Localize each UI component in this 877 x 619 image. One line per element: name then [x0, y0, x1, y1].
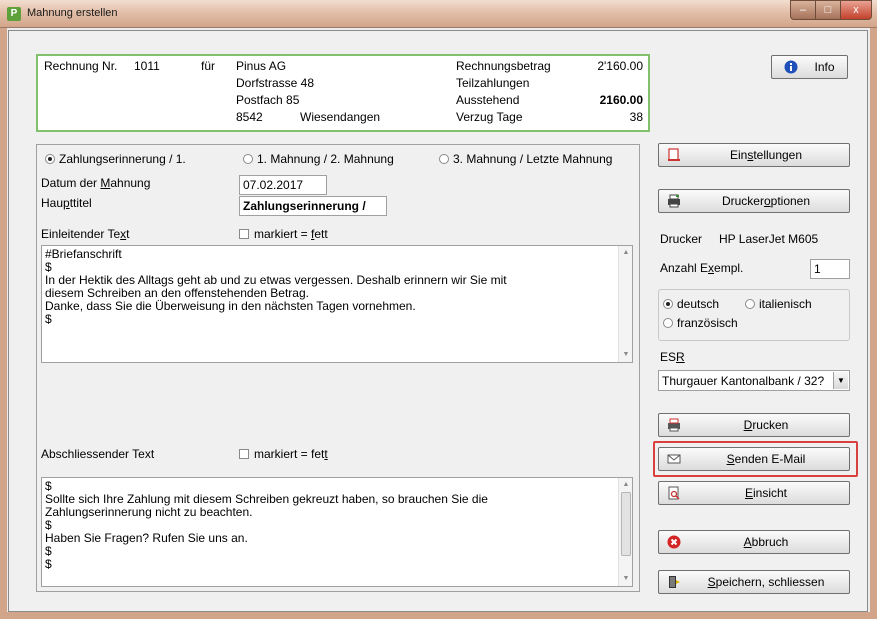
level-radio-1[interactable]: Zahlungserinnerung / 1.	[45, 152, 186, 166]
rechnung-number: 1011	[134, 59, 160, 73]
scroll-up-icon[interactable]: ▲	[619, 246, 632, 260]
document-settings-icon	[668, 148, 680, 161]
radio-indicator	[243, 154, 253, 164]
maximize-button[interactable]: □	[815, 0, 841, 20]
drucken-button[interactable]: Drucken	[658, 413, 850, 437]
minimize-button[interactable]: –	[790, 0, 816, 20]
save-exit-icon	[669, 576, 680, 588]
datum-input[interactable]: 07.02.2017	[239, 175, 327, 195]
radio-indicator	[663, 299, 673, 309]
level-radio-2[interactable]: 1. Mahnung / 2. Mahnung	[243, 152, 394, 166]
verzug-tage-label: Verzug Tage	[456, 110, 523, 124]
level-radio-1-label: Zahlungserinnerung / 1.	[59, 152, 186, 166]
druckeroptionen-button-label: Druckeroptionen	[721, 194, 811, 208]
printer-options-icon	[668, 194, 680, 208]
haupttitel-label: Haupttitel	[41, 196, 92, 210]
invoice-summary-box: Rechnung Nr. 1011 für Pinus AG Dorfstras…	[36, 54, 650, 132]
rechnungsbetrag-value: 2'160.00	[597, 59, 643, 73]
checkbox-box	[239, 229, 249, 239]
druckeroptionen-button[interactable]: Druckeroptionen	[658, 189, 850, 213]
drucker-value: HP LaserJet M605	[719, 232, 819, 246]
customer-postfach: Postfach 85	[236, 93, 300, 107]
radio-indicator	[439, 154, 449, 164]
abschliessend-label: Abschliessender Text	[41, 447, 155, 461]
einleitend-textarea[interactable]: #Briefanschrift $ In der Hektik des Allt…	[41, 245, 633, 363]
scroll-up-icon[interactable]: ▲	[619, 478, 632, 492]
customer-name: Pinus AG	[236, 59, 287, 73]
abschliessend-scrollbar[interactable]: ▲ ▼	[618, 478, 632, 586]
level-radio-2-label: 1. Mahnung / 2. Mahnung	[257, 152, 394, 166]
language-radio-franzoesisch[interactable]: französisch	[663, 316, 738, 330]
einleitend-scrollbar[interactable]: ▲ ▼	[618, 246, 632, 362]
customer-street: Dorfstrasse 48	[236, 76, 315, 90]
customer-ort: Wiesendangen	[300, 110, 381, 124]
fuer-label: für	[201, 59, 216, 73]
drucker-label: Drucker	[660, 232, 703, 246]
speichern-schliessen-button[interactable]: Speichern, schliessen	[658, 570, 850, 594]
reminder-text-panel: Zahlungserinnerung / 1. 1. Mahnung / 2. …	[36, 144, 640, 592]
anzahl-exemplare-input[interactable]: 1	[810, 259, 850, 279]
app-icon: P	[7, 7, 21, 21]
esr-select[interactable]: Thurgauer Kantonalbank / 32? ▼	[658, 370, 850, 391]
language-radio-deutsch[interactable]: deutsch	[663, 297, 719, 311]
einsicht-button[interactable]: Einsicht	[658, 481, 850, 505]
level-radio-3-label: 3. Mahnung / Letzte Mahnung	[453, 152, 613, 166]
rechnung-label: Rechnung Nr.	[44, 59, 118, 73]
info-button-label: Info	[814, 60, 835, 74]
abschliessend-bold-checkbox[interactable]: markiert = fett	[239, 447, 328, 461]
cancel-icon	[667, 535, 681, 549]
info-icon	[784, 60, 798, 74]
title-bar[interactable]	[0, 0, 877, 28]
verzug-tage-value: 38	[629, 110, 643, 124]
printer-icon	[668, 418, 680, 432]
esr-label: ESR	[660, 350, 685, 364]
einleitend-bold-checkbox[interactable]: markiert = fett	[239, 227, 328, 241]
radio-indicator	[45, 154, 55, 164]
chevron-down-icon[interactable]: ▼	[833, 372, 848, 389]
checkbox-box	[239, 449, 249, 459]
level-radio-3[interactable]: 3. Mahnung / Letzte Mahnung	[439, 152, 612, 166]
speichern-schliessen-button-label: Speichern, schliessen	[707, 575, 825, 589]
datum-label: Datum der Mahnung	[41, 176, 151, 190]
abbruch-button-label: Abbruch	[743, 535, 789, 549]
esr-selected-value: Thurgauer Kantonalbank / 32?	[662, 374, 825, 388]
abbruch-button[interactable]: Abbruch	[658, 530, 850, 554]
radio-indicator	[745, 299, 755, 309]
scroll-down-icon[interactable]: ▼	[619, 572, 632, 586]
scroll-down-icon[interactable]: ▼	[619, 348, 632, 362]
einstellungen-button-label: Einstellungen	[729, 148, 803, 162]
customer-plz: 8542	[236, 110, 263, 124]
einstellungen-button[interactable]: Einstellungen	[658, 143, 850, 167]
ausstehend-value: 2160.00	[599, 93, 643, 107]
scroll-thumb[interactable]	[621, 492, 631, 556]
close-button[interactable]: x	[840, 0, 872, 20]
drucken-button-label: Drucken	[743, 418, 789, 432]
window-title: Mahnung erstellen	[27, 7, 118, 19]
highlight-frame	[653, 441, 858, 477]
abschliessend-textarea[interactable]: $ Sollte sich Ihre Zahlung mit diesem Sc…	[41, 477, 633, 587]
haupttitel-input[interactable]: Zahlungserinnerung /	[239, 196, 387, 216]
language-radio-italienisch[interactable]: italienisch	[745, 297, 812, 311]
einsicht-button-label: Einsicht	[744, 486, 788, 500]
radio-indicator	[663, 318, 673, 328]
preview-icon	[668, 486, 680, 500]
ausstehend-label: Ausstehend	[456, 93, 520, 107]
language-group: deutsch italienisch französisch	[658, 289, 850, 341]
teilzahlungen-label: Teilzahlungen	[456, 76, 530, 90]
anzahl-exemplare-label: Anzahl Exempl.	[660, 261, 744, 275]
info-button[interactable]: Info	[771, 55, 848, 79]
einleitend-label: Einleitender Text	[41, 227, 130, 241]
rechnungsbetrag-label: Rechnungsbetrag	[456, 59, 551, 73]
